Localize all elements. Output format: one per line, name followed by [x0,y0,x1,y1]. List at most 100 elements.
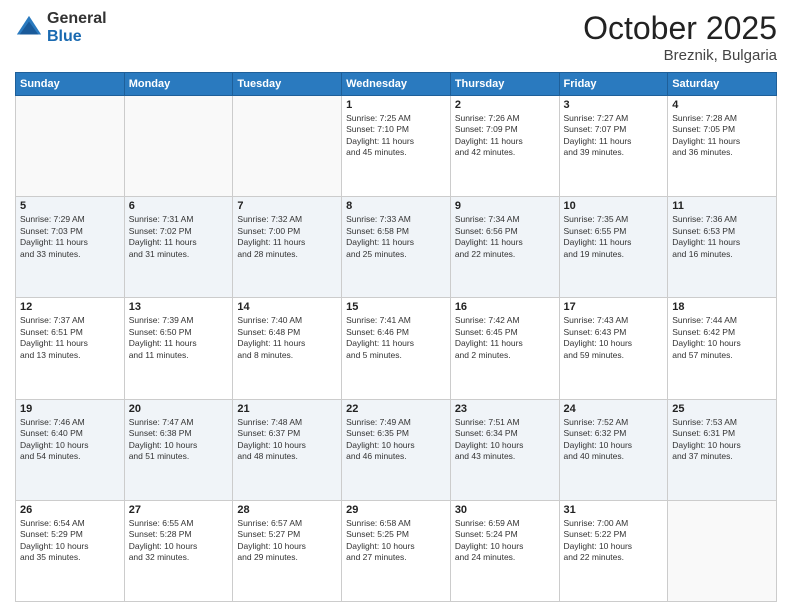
calendar-day-cell [124,96,233,197]
day-info: Sunrise: 7:41 AMSunset: 6:46 PMDaylight:… [346,315,446,361]
title-block: October 2025 Breznik, Bulgaria [583,10,777,64]
day-number: 12 [20,301,120,313]
calendar-day-cell: 3 Sunrise: 7:27 AMSunset: 7:07 PMDaylight… [559,96,668,197]
day-info: Sunrise: 7:27 AMSunset: 7:07 PMDaylight:… [564,113,664,159]
day-info: Sunrise: 7:53 AMSunset: 6:31 PMDaylight:… [672,417,772,463]
calendar-week-row: 12Sunrise: 7:37 AMSunset: 6:51 PMDayligh… [16,298,777,399]
day-number: 23 [455,403,555,415]
col-friday: Friday [559,73,668,96]
day-info: Sunrise: 7:46 AMSunset: 6:40 PMDaylight:… [20,417,120,463]
day-info: Sunrise: 7:52 AMSunset: 6:32 PMDaylight:… [564,417,664,463]
logo-text: General Blue [47,10,107,45]
calendar-day-cell: 21Sunrise: 7:48 AMSunset: 6:37 PMDayligh… [233,399,342,500]
day-info: Sunrise: 6:54 AMSunset: 5:29 PMDaylight:… [20,518,120,564]
day-number: 9 [455,200,555,212]
calendar-day-cell [16,96,125,197]
calendar-day-cell: 19 Sunrise: 7:46 AMSunset: 6:40 PMDayligh… [16,399,125,500]
day-info: Sunrise: 6:59 AMSunset: 5:24 PMDaylight:… [455,518,555,564]
col-monday: Monday [124,73,233,96]
calendar-day-cell: 18 Sunrise: 7:44 AMSunset: 6:42 PMDayligh… [668,298,777,399]
day-info: Sunrise: 7:29 AMSunset: 7:03 PMDaylight:… [20,214,120,260]
calendar-day-cell: 30 Sunrise: 6:59 AMSunset: 5:24 PMDayligh… [450,500,559,601]
day-info: Sunrise: 7:25 AMSunset: 7:10 PMDaylight:… [346,113,446,159]
day-number: 18 [672,301,772,313]
calendar-day-cell: 14 Sunrise: 7:40 AMSunset: 6:48 PMDayligh… [233,298,342,399]
day-info: Sunrise: 7:51 AMSunset: 6:34 PMDaylight:… [455,417,555,463]
location: Breznik, Bulgaria [583,47,777,64]
page: General Blue October 2025 Breznik, Bulga… [0,0,792,612]
logo-general-text: General [47,10,107,28]
calendar-day-cell: 16Sunrise: 7:42 AMSunset: 6:45 PMDayligh… [450,298,559,399]
calendar-day-cell: 17Sunrise: 7:43 AMSunset: 6:43 PMDayligh… [559,298,668,399]
day-info: Sunrise: 7:36 AMSunset: 6:53 PMDaylight:… [672,214,772,260]
day-info: Sunrise: 7:31 AMSunset: 7:02 PMDaylight:… [129,214,229,260]
calendar-day-cell: 25 Sunrise: 7:53 AMSunset: 6:31 PMDayligh… [668,399,777,500]
day-number: 26 [20,504,120,516]
col-saturday: Saturday [668,73,777,96]
col-thursday: Thursday [450,73,559,96]
col-tuesday: Tuesday [233,73,342,96]
day-info: Sunrise: 7:33 AMSunset: 6:58 PMDaylight:… [346,214,446,260]
day-info: Sunrise: 7:40 AMSunset: 6:48 PMDaylight:… [237,315,337,361]
day-number: 11 [672,200,772,212]
day-info: Sunrise: 6:57 AMSunset: 5:27 PMDaylight:… [237,518,337,564]
day-info: Sunrise: 6:58 AMSunset: 5:25 PMDaylight:… [346,518,446,564]
calendar-day-cell: 20 Sunrise: 7:47 AMSunset: 6:38 PMDayligh… [124,399,233,500]
day-info: Sunrise: 7:32 AMSunset: 7:00 PMDaylight:… [237,214,337,260]
day-number: 25 [672,403,772,415]
calendar-table: Sunday Monday Tuesday Wednesday Thursday… [15,72,777,602]
day-info: Sunrise: 7:47 AMSunset: 6:38 PMDaylight:… [129,417,229,463]
calendar-day-cell: 9 Sunrise: 7:34 AMSunset: 6:56 PMDaylight… [450,197,559,298]
day-info: Sunrise: 7:26 AMSunset: 7:09 PMDaylight:… [455,113,555,159]
day-info: Sunrise: 7:39 AMSunset: 6:50 PMDaylight:… [129,315,229,361]
day-info: Sunrise: 7:34 AMSunset: 6:56 PMDaylight:… [455,214,555,260]
day-number: 19 [20,403,120,415]
calendar-day-cell: 2 Sunrise: 7:26 AMSunset: 7:09 PMDaylight… [450,96,559,197]
day-number: 30 [455,504,555,516]
calendar-day-cell [233,96,342,197]
calendar-day-cell: 22 Sunrise: 7:49 AMSunset: 6:35 PMDayligh… [342,399,451,500]
calendar-day-cell: 6 Sunrise: 7:31 AMSunset: 7:02 PMDaylight… [124,197,233,298]
calendar-day-cell: 12Sunrise: 7:37 AMSunset: 6:51 PMDayligh… [16,298,125,399]
logo: General Blue [15,10,107,45]
day-number: 6 [129,200,229,212]
calendar-day-cell: 7 Sunrise: 7:32 AMSunset: 7:00 PMDaylight… [233,197,342,298]
col-wednesday: Wednesday [342,73,451,96]
day-number: 1 [346,99,446,111]
calendar-day-cell: 1 Sunrise: 7:25 AMSunset: 7:10 PMDaylight… [342,96,451,197]
calendar-day-cell: 8 Sunrise: 7:33 AMSunset: 6:58 PMDaylight… [342,197,451,298]
day-number: 20 [129,403,229,415]
day-info: Sunrise: 7:00 AMSunset: 5:22 PMDaylight:… [564,518,664,564]
calendar-week-row: 19 Sunrise: 7:46 AMSunset: 6:40 PMDayligh… [16,399,777,500]
logo-blue-text: Blue [47,28,107,46]
calendar-day-cell: 5Sunrise: 7:29 AMSunset: 7:03 PMDaylight… [16,197,125,298]
day-info: Sunrise: 7:28 AMSunset: 7:05 PMDaylight:… [672,113,772,159]
day-number: 10 [564,200,664,212]
day-number: 16 [455,301,555,313]
calendar-week-row: 26 Sunrise: 6:54 AMSunset: 5:29 PMDayligh… [16,500,777,601]
day-number: 14 [237,301,337,313]
calendar-day-cell [668,500,777,601]
day-info: Sunrise: 7:35 AMSunset: 6:55 PMDaylight:… [564,214,664,260]
day-number: 22 [346,403,446,415]
day-number: 28 [237,504,337,516]
logo-icon [15,14,43,42]
day-info: Sunrise: 7:44 AMSunset: 6:42 PMDaylight:… [672,315,772,361]
calendar-day-cell: 27 Sunrise: 6:55 AMSunset: 5:28 PMDayligh… [124,500,233,601]
day-number: 2 [455,99,555,111]
day-number: 3 [564,99,664,111]
calendar-day-cell: 28 Sunrise: 6:57 AMSunset: 5:27 PMDayligh… [233,500,342,601]
calendar-day-cell: 13Sunrise: 7:39 AMSunset: 6:50 PMDayligh… [124,298,233,399]
day-number: 27 [129,504,229,516]
calendar-week-row: 1 Sunrise: 7:25 AMSunset: 7:10 PMDaylight… [16,96,777,197]
day-number: 21 [237,403,337,415]
day-number: 8 [346,200,446,212]
calendar-day-cell: 29Sunrise: 6:58 AMSunset: 5:25 PMDayligh… [342,500,451,601]
calendar-day-cell: 15 Sunrise: 7:41 AMSunset: 6:46 PMDayligh… [342,298,451,399]
calendar-day-cell: 31Sunrise: 7:00 AMSunset: 5:22 PMDayligh… [559,500,668,601]
day-info: Sunrise: 7:49 AMSunset: 6:35 PMDaylight:… [346,417,446,463]
month-title: October 2025 [583,10,777,47]
day-number: 7 [237,200,337,212]
day-info: Sunrise: 6:55 AMSunset: 5:28 PMDaylight:… [129,518,229,564]
day-number: 15 [346,301,446,313]
